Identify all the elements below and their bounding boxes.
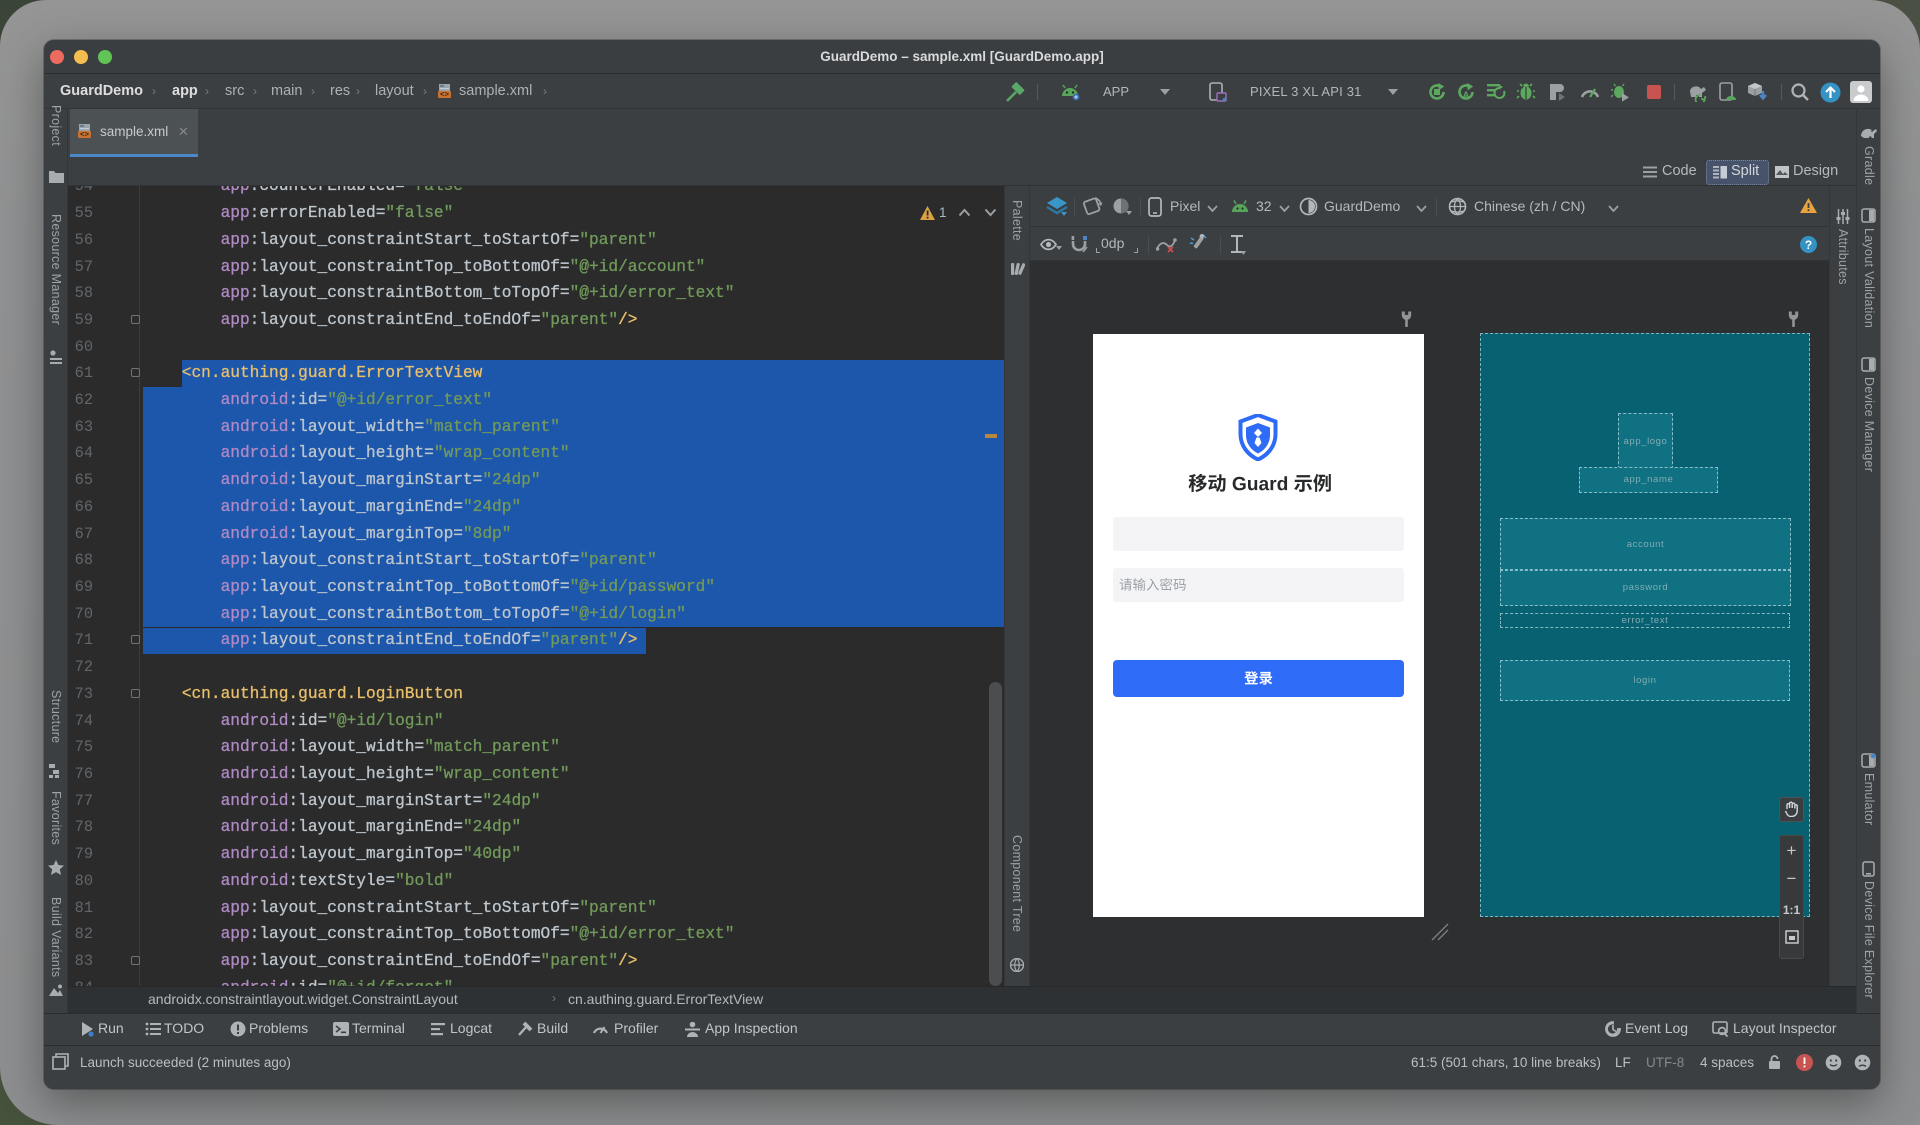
svg-text:A: A <box>1463 90 1470 100</box>
svg-text:<>: <> <box>440 92 450 100</box>
svg-text:<>: <> <box>80 132 90 140</box>
svg-text:?: ? <box>1805 238 1812 252</box>
